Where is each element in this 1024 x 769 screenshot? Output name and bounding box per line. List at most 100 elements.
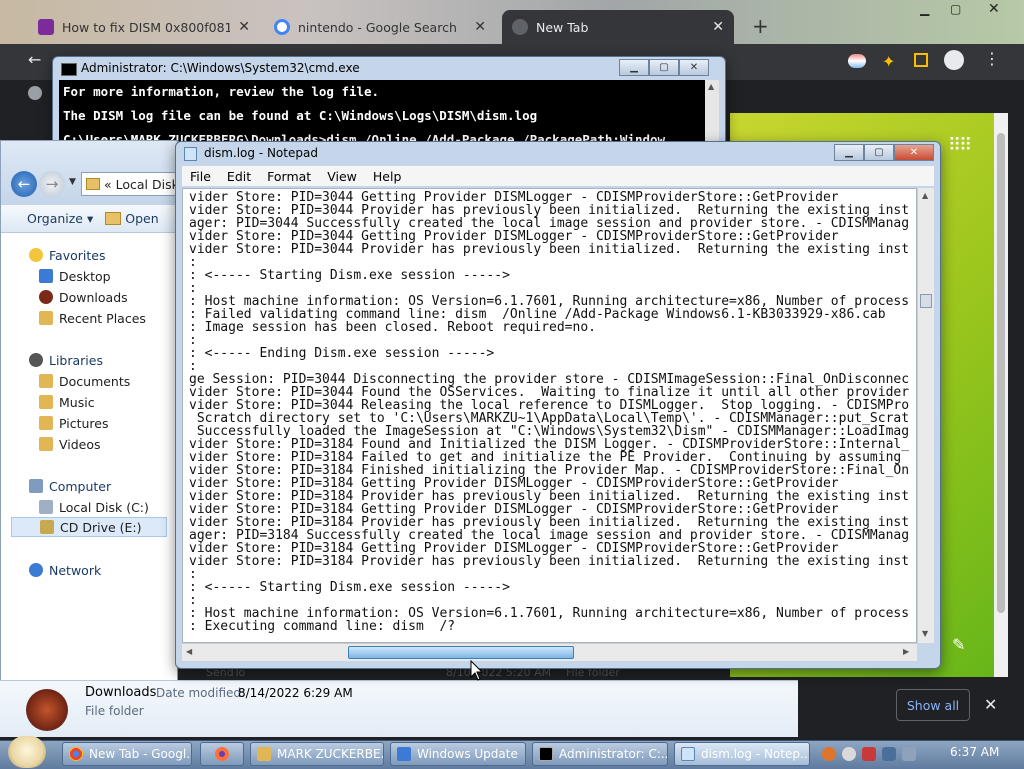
- taskbar-windows-update[interactable]: Windows Update: [390, 742, 526, 766]
- nav-label: Music: [59, 394, 95, 410]
- scrollbar-thumb[interactable]: [348, 646, 574, 659]
- network-tray-icon[interactable]: [882, 747, 896, 761]
- notepad-horizontal-scrollbar[interactable]: ◀ ▶: [182, 643, 917, 661]
- nav-downloads[interactable]: Downloads: [39, 287, 128, 307]
- recent-pages-dropdown-icon[interactable]: ▼: [69, 177, 76, 187]
- chrome-tab-dism-fix[interactable]: How to fix DISM 0x800f081f Err ✕: [28, 10, 260, 44]
- taskbar-notepad[interactable]: dism.log - Notep...: [674, 742, 810, 766]
- notepad-minimize-button[interactable]: ▁: [834, 144, 864, 161]
- taskbar-clock[interactable]: 6:37 AM: [950, 745, 999, 759]
- nav-network[interactable]: Network: [29, 560, 101, 580]
- open-button[interactable]: Open: [105, 211, 159, 226]
- scrollbar-thumb[interactable]: [997, 133, 1005, 613]
- chrome-minimize-button[interactable]: ▁: [920, 2, 929, 16]
- forward-button[interactable]: →: [39, 171, 65, 197]
- nav-computer[interactable]: Computer: [29, 476, 111, 496]
- taskbar-label: MARK ZUCKERBE...: [277, 747, 384, 761]
- network-icon: [29, 563, 43, 577]
- extensions-puzzle-icon[interactable]: ✦: [882, 52, 895, 71]
- tab-label: How to fix DISM 0x800f081f Err: [62, 19, 231, 35]
- nav-documents[interactable]: Documents: [39, 371, 130, 391]
- chrome-maximize-button[interactable]: ▢: [950, 2, 961, 16]
- taskbar-chrome[interactable]: New Tab - Googl...: [62, 742, 192, 766]
- cmd-maximize-button[interactable]: ▢: [649, 59, 679, 76]
- nav-music[interactable]: Music: [39, 392, 95, 412]
- new-tab-button[interactable]: +: [752, 14, 769, 38]
- scroll-up-arrow-icon[interactable]: ▲: [708, 82, 714, 91]
- nav-recent-places[interactable]: Recent Places: [39, 308, 146, 328]
- tab-close-icon[interactable]: ✕: [712, 19, 724, 35]
- menu-file[interactable]: File: [182, 169, 219, 184]
- nav-label: Desktop: [59, 268, 111, 284]
- notepad-menu-bar: File Edit Format View Help: [182, 166, 934, 186]
- menu-edit[interactable]: Edit: [219, 169, 259, 184]
- customize-pencil-icon[interactable]: ✎: [952, 635, 965, 654]
- site-favicon-icon: [38, 19, 54, 35]
- chrome-close-button[interactable]: ✕: [988, 1, 1000, 17]
- cmd-close-button[interactable]: ✕: [679, 59, 709, 76]
- profile-avatar-icon[interactable]: [944, 50, 964, 70]
- show-all-downloads-button[interactable]: Show all: [896, 689, 970, 721]
- search-icon[interactable]: [822, 747, 836, 761]
- menu-help[interactable]: Help: [365, 169, 410, 184]
- organize-button[interactable]: Organize ▾: [27, 211, 93, 226]
- nav-favorites[interactable]: Favorites: [29, 245, 105, 265]
- cmd-line: The DISM log file can be found at C:\Win…: [63, 108, 538, 123]
- volume-icon[interactable]: [902, 747, 916, 761]
- back-button[interactable]: ←: [11, 171, 37, 197]
- taskbar-explorer[interactable]: MARK ZUCKERBE...: [250, 742, 384, 766]
- tab-close-icon[interactable]: ✕: [238, 19, 250, 35]
- folder-icon: [86, 178, 100, 190]
- menu-format[interactable]: Format: [259, 169, 319, 184]
- details-modified-value: 8/14/2022 6:29 AM: [238, 686, 353, 700]
- nav-pictures[interactable]: Pictures: [39, 413, 109, 433]
- nav-desktop[interactable]: Desktop: [39, 266, 111, 286]
- chrome-icon: [512, 19, 528, 35]
- taskbar-firefox[interactable]: [200, 742, 244, 766]
- back-arrow-icon[interactable]: ←: [28, 50, 41, 69]
- menu-view[interactable]: View: [319, 169, 365, 184]
- taskbar-label: dism.log - Notep...: [701, 747, 810, 761]
- side-panel-icon[interactable]: [914, 53, 928, 67]
- tab-close-icon[interactable]: ✕: [474, 19, 486, 35]
- chrome-menu-icon[interactable]: ⋮: [984, 49, 1000, 68]
- scroll-up-arrow-icon[interactable]: ▲: [922, 191, 928, 200]
- nav-label: Network: [49, 562, 102, 578]
- scrollbar-thumb[interactable]: [920, 294, 932, 308]
- nav-libraries[interactable]: Libraries: [29, 350, 103, 370]
- notepad-vertical-scrollbar[interactable]: ▲ ▼: [917, 188, 934, 643]
- notepad-close-button[interactable]: ✕: [894, 144, 934, 161]
- taskbar-cmd[interactable]: Administrator: C:...: [532, 742, 668, 766]
- scroll-right-arrow-icon[interactable]: ▶: [903, 647, 909, 656]
- nav-label: Favorites: [49, 247, 106, 263]
- notepad-window[interactable]: dism.log - Notepad ▁ ▢ ✕ File Edit Forma…: [175, 141, 941, 669]
- nav-cd-drive[interactable]: CD Drive (E:): [11, 517, 167, 537]
- scroll-left-arrow-icon[interactable]: ◀: [186, 647, 192, 656]
- shortcut-icon[interactable]: [28, 86, 42, 100]
- start-button[interactable]: [8, 736, 46, 768]
- downloads-bar-close-icon[interactable]: ✕: [984, 695, 997, 714]
- tray-app-icon[interactable]: [842, 747, 856, 761]
- scroll-down-arrow-icon[interactable]: ▼: [922, 629, 928, 638]
- notepad-maximize-button[interactable]: ▢: [864, 144, 894, 161]
- cmd-icon: [539, 747, 553, 761]
- apps-grid-icon[interactable]: ⠿⠿: [948, 135, 972, 156]
- action-center-flag-icon[interactable]: [862, 747, 876, 761]
- details-modified-label: Date modified:: [156, 686, 246, 700]
- log-line: : <----- Ending Dism.exe session ----->: [189, 346, 495, 361]
- notepad-text-area[interactable]: vider Store: PID=3044 Getting Provider D…: [182, 188, 917, 643]
- address-breadcrumb[interactable]: « Local Disk: [81, 172, 177, 196]
- pictures-icon: [39, 416, 53, 430]
- downloads-folder-icon: [26, 689, 68, 731]
- chrome-tab-nintendo[interactable]: nintendo - Google Search ✕: [264, 10, 496, 44]
- nav-local-disk[interactable]: Local Disk (C:): [39, 497, 149, 517]
- google-icon: [274, 19, 290, 35]
- cmd-minimize-button[interactable]: ▁: [619, 59, 649, 76]
- explorer-command-bar: Organize ▾ Open: [1, 205, 177, 233]
- nav-label: Libraries: [49, 352, 103, 368]
- profile-flag-icon[interactable]: [848, 54, 866, 68]
- chrome-tab-new-tab[interactable]: New Tab ✕: [502, 10, 734, 44]
- nav-videos[interactable]: Videos: [39, 434, 101, 454]
- desktop-icon: [39, 269, 53, 283]
- chrome-scrollbar[interactable]: [994, 113, 1008, 677]
